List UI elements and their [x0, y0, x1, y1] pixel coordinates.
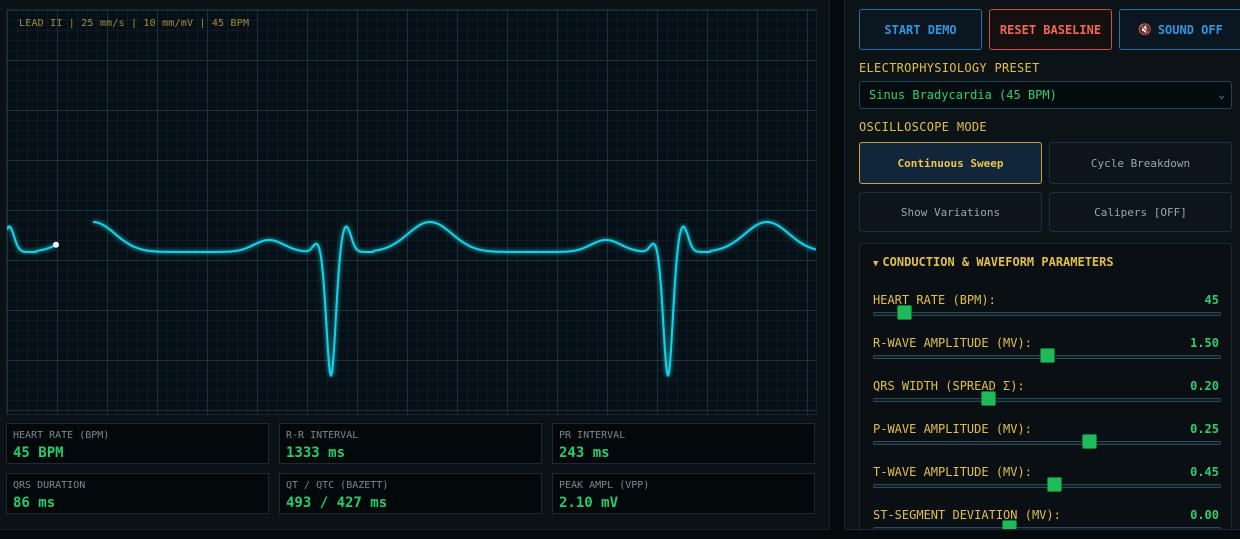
preset-select[interactable]: Sinus Bradycardia (45 BPM) ⌄ — [859, 81, 1232, 109]
param-p-wave-amplitude: P-WAVE AMPLITUDE (MV): 0.25 — [873, 422, 1221, 462]
param-value: 0.25 — [1190, 422, 1219, 436]
param-value: 0.45 — [1190, 465, 1219, 479]
stat-label: QRS DURATION — [13, 480, 86, 491]
stat-peak-amplitude: PEAK AMPL (VPP) 2.10 mV — [552, 473, 815, 514]
param-label: P-WAVE AMPLITUDE (MV): — [873, 422, 1032, 436]
ecg-trace-svg — [7, 221, 816, 377]
sound-toggle-button[interactable]: 🔇 SOUND OFF — [1119, 9, 1240, 50]
param-value: 45 — [1204, 293, 1219, 307]
chevron-down-icon: ⌄ — [1218, 88, 1225, 101]
param-qrs-width: QRS WIDTH (SPREAD Σ): 0.20 — [873, 379, 1221, 419]
param-st-segment-deviation: ST-SEGMENT DEVIATION (MV): 0.00 — [873, 508, 1221, 529]
triangle-down-icon: ▼ — [873, 259, 879, 269]
slider-thumb[interactable] — [1081, 434, 1097, 449]
speaker-muted-icon: 🔇 — [1138, 23, 1152, 36]
preset-selected-value: Sinus Bradycardia (45 BPM) — [869, 88, 1057, 102]
slider-thumb[interactable] — [897, 305, 913, 320]
stat-value: 1333 ms — [286, 445, 346, 461]
mode-cycle-breakdown-button[interactable]: Cycle Breakdown — [1049, 142, 1232, 184]
param-label: QRS WIDTH (SPREAD Σ): — [873, 379, 1025, 393]
param-label: T-WAVE AMPLITUDE (MV): — [873, 465, 1032, 479]
mode-heading: OSCILLOSCOPE MODE — [859, 120, 987, 134]
param-value: 0.00 — [1190, 508, 1219, 522]
param-value: 1.50 — [1190, 336, 1219, 350]
param-label: HEART RATE (BPM): — [873, 293, 996, 307]
control-panel: START DEMO RESET BASELINE 🔇 SOUND OFF EL… — [844, 0, 1240, 530]
ecg-monitor-panel: LEAD II | 25 mm/s | 10 mm/mV | 45 BPM HE… — [0, 0, 830, 530]
slider-track[interactable] — [873, 312, 1221, 316]
stat-label: PR INTERVAL — [559, 430, 626, 441]
ecg-oscilloscope-screen: LEAD II | 25 mm/s | 10 mm/mV | 45 BPM — [6, 9, 817, 415]
ecg-trace-previous-sweep — [93, 221, 816, 377]
slider-thumb[interactable] — [980, 391, 996, 406]
parameters-collapse-toggle[interactable]: ▼ CONDUCTION & WAVEFORM PARAMETERS — [873, 255, 1114, 269]
slider-track[interactable] — [873, 527, 1221, 529]
mode-show-variations-button[interactable]: Show Variations — [859, 192, 1042, 232]
slider-track[interactable] — [873, 398, 1221, 402]
stat-value: 86 ms — [13, 495, 56, 511]
reset-baseline-button[interactable]: RESET BASELINE — [989, 9, 1112, 50]
stat-label: HEART RATE (BPM) — [13, 430, 110, 441]
param-t-wave-amplitude: T-WAVE AMPLITUDE (MV): 0.45 — [873, 465, 1221, 505]
ecg-trace-current-sweep — [7, 225, 57, 253]
slider-thumb[interactable] — [1046, 477, 1062, 492]
stat-label: QT / QTC (BAZETT) — [286, 480, 389, 491]
stat-qrs-duration: QRS DURATION 86 ms — [6, 473, 269, 514]
param-value: 0.20 — [1190, 379, 1219, 393]
stat-value: 45 BPM — [13, 445, 64, 461]
sweep-cursor-dot — [53, 241, 59, 248]
parameters-header-label: CONDUCTION & WAVEFORM PARAMETERS — [882, 255, 1114, 269]
stat-value: 493 / 427 ms — [286, 495, 388, 511]
slider-thumb[interactable] — [1040, 348, 1055, 363]
stat-label: R-R INTERVAL — [286, 430, 359, 441]
stat-value: 243 ms — [559, 445, 610, 461]
stat-rr-interval: R-R INTERVAL 1333 ms — [279, 423, 542, 464]
stat-heart-rate: HEART RATE (BPM) 45 BPM — [6, 423, 269, 464]
param-r-wave-amplitude: R-WAVE AMPLITUDE (MV): 1.50 — [873, 336, 1221, 376]
start-demo-button[interactable]: START DEMO — [859, 9, 982, 50]
mode-calipers-button[interactable]: Calipers [OFF] — [1049, 192, 1232, 232]
slider-track[interactable] — [873, 441, 1221, 445]
preset-heading: ELECTROPHYSIOLOGY PRESET — [859, 61, 1040, 75]
stat-qt-qtc: QT / QTC (BAZETT) 493 / 427 ms — [279, 473, 542, 514]
param-label: ST-SEGMENT DEVIATION (MV): — [873, 508, 1061, 522]
stat-pr-interval: PR INTERVAL 243 ms — [552, 423, 815, 464]
stat-value: 2.10 mV — [559, 495, 619, 511]
mode-continuous-sweep-button[interactable]: Continuous Sweep — [859, 142, 1042, 184]
sound-toggle-label: SOUND OFF — [1157, 22, 1223, 37]
slider-thumb[interactable] — [1001, 520, 1017, 529]
param-label: R-WAVE AMPLITUDE (MV): — [873, 336, 1032, 350]
param-heart-rate: HEART RATE (BPM): 45 — [873, 293, 1221, 333]
waveform-parameters-panel: ▼ CONDUCTION & WAVEFORM PARAMETERS HEART … — [859, 243, 1232, 529]
stat-label: PEAK AMPL (VPP) — [559, 480, 650, 491]
